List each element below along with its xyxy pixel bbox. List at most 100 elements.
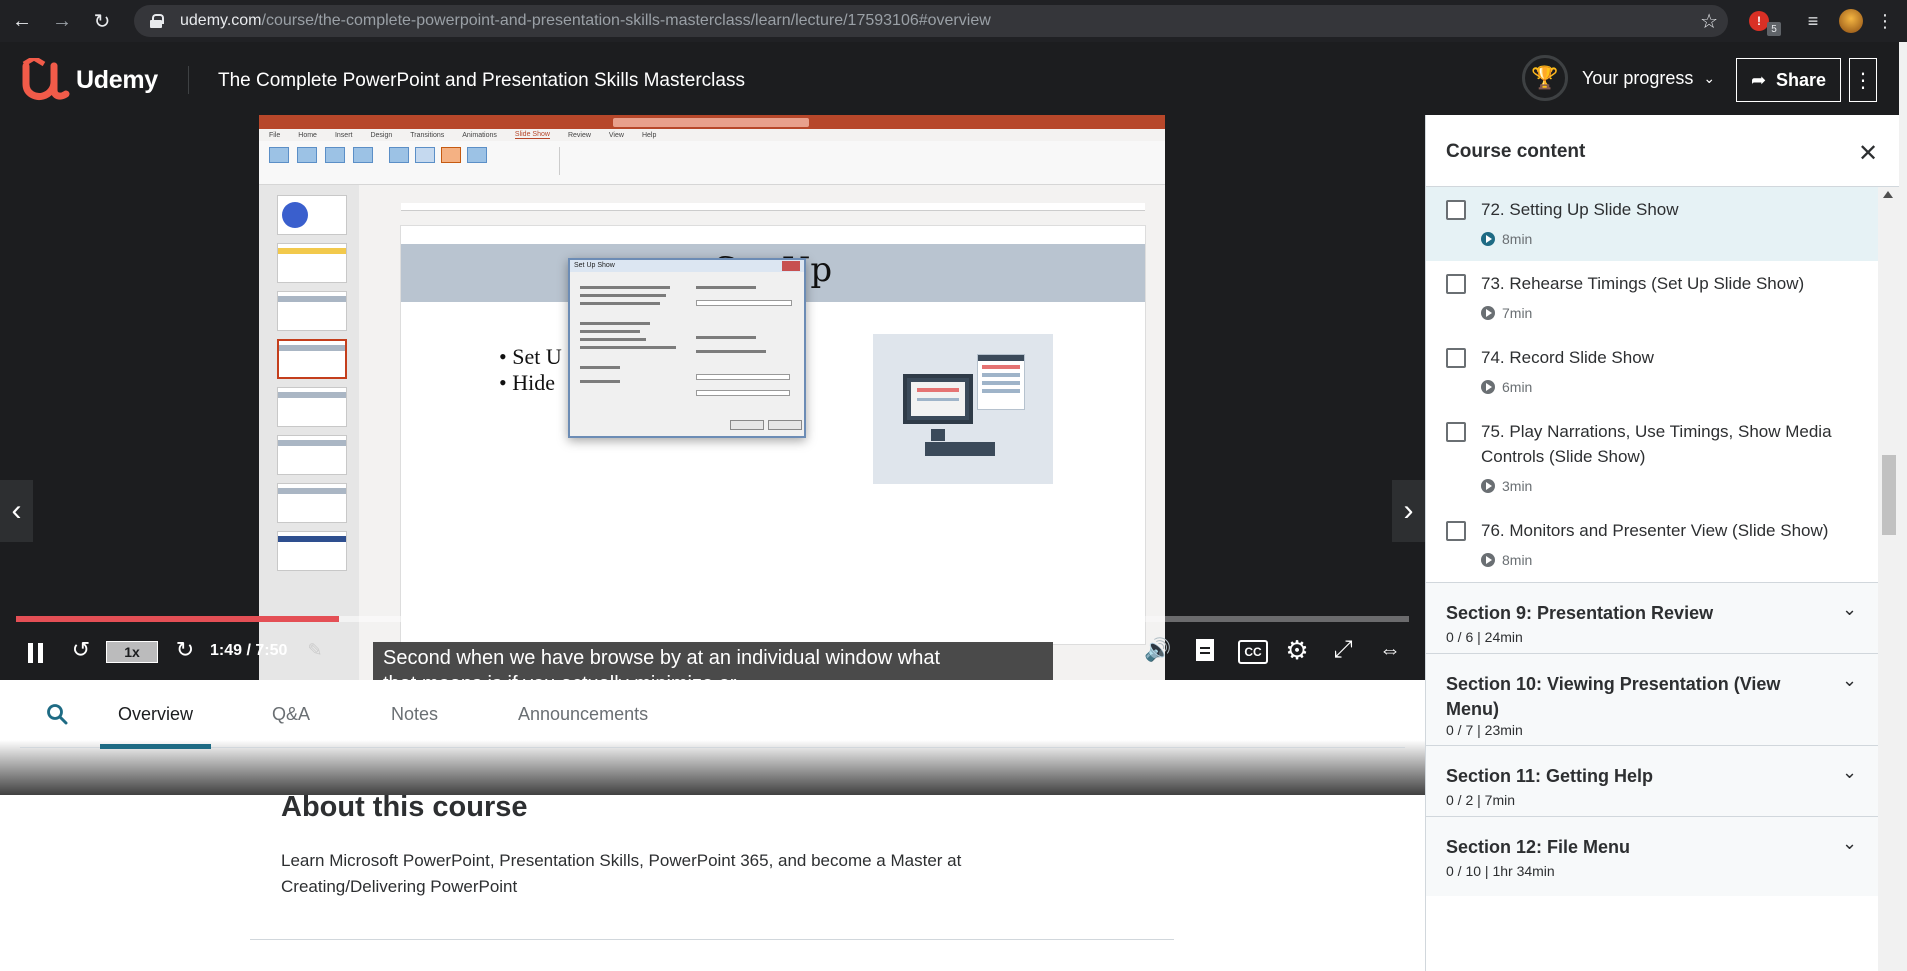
page-scrollbar[interactable]: [1899, 42, 1907, 971]
browser-menu-icon[interactable]: ⋮: [1872, 8, 1898, 34]
next-lecture-button[interactable]: ›: [1392, 480, 1425, 542]
dialog-title: Set Up Show: [570, 260, 804, 272]
lecture-title: 76. Monitors and Presenter View (Slide S…: [1481, 521, 1829, 540]
course-title[interactable]: The Complete PowerPoint and Presentation…: [218, 70, 745, 92]
lecture-duration: 3min: [1481, 478, 1532, 494]
lecture-checkbox[interactable]: [1446, 422, 1466, 442]
fullscreen-icon[interactable]: ⤢: [1329, 636, 1357, 664]
ppt-ribbon-tabs: File Home Insert Design Transitions Animation…: [259, 129, 1165, 141]
section-meta: 0 / 10 | 1hr 34min: [1446, 863, 1555, 879]
bookmark-star-icon[interactable]: ☆: [1700, 9, 1718, 34]
profile-avatar[interactable]: [1838, 8, 1864, 34]
ppt-slide-thumbnails: [259, 185, 359, 680]
brand-name: Udemy: [76, 65, 158, 94]
sidebar-scrollbar[interactable]: [1878, 187, 1899, 971]
progress-label: Your progress: [1582, 67, 1694, 88]
share-label: Share: [1776, 69, 1827, 90]
share-button[interactable]: ➦ Share: [1736, 58, 1841, 102]
scroll-up-arrow-icon[interactable]: [1883, 191, 1893, 198]
sidebar-title: Course content: [1446, 141, 1586, 162]
section-header[interactable]: Section 11: Getting Help 0 / 2 | 7min ⌄: [1426, 745, 1878, 816]
playback-speed-button[interactable]: 1x: [106, 641, 158, 663]
lecture-checkbox[interactable]: [1446, 274, 1466, 294]
lecture-item[interactable]: 72. Setting Up Slide Show 8min: [1426, 187, 1878, 261]
share-icon: ➦: [1750, 69, 1767, 90]
seek-progress: [16, 616, 340, 622]
transcript-icon[interactable]: [1191, 636, 1219, 664]
chevron-down-icon: ⌄: [1703, 69, 1716, 86]
previous-lecture-button[interactable]: ‹: [0, 480, 33, 542]
play-circle-icon: [1481, 232, 1495, 246]
ppt-ruler: [401, 203, 1145, 211]
section-title: Section 11: Getting Help: [1446, 766, 1654, 786]
sidebar-scroll-thumb[interactable]: [1882, 455, 1896, 535]
play-circle-icon: [1481, 553, 1495, 567]
chevron-down-icon: ⌄: [1842, 599, 1858, 619]
play-circle-icon: [1481, 479, 1495, 493]
tab-announcements[interactable]: Announcements: [518, 680, 648, 748]
lecture-item[interactable]: 73. Rehearse Timings (Set Up Slide Show)…: [1426, 261, 1878, 335]
video-caption: Second when we have browse by at an indi…: [373, 642, 1053, 680]
section-meta: 0 / 2 | 7min: [1446, 792, 1516, 808]
lecture-item[interactable]: 74. Record Slide Show 6min: [1426, 335, 1878, 409]
tab-overview[interactable]: Overview: [99, 680, 212, 749]
media-control-icon[interactable]: ≡: [1800, 8, 1826, 34]
caption-line: Second when we have browse by at an indi…: [383, 647, 941, 669]
more-options-button[interactable]: ⋮: [1849, 58, 1877, 102]
section-title: Section 10: Viewing Presentation (View M…: [1446, 674, 1781, 719]
trophy-icon: 🏆: [1522, 55, 1568, 101]
forward-icon[interactable]: →: [44, 3, 80, 39]
lecture-duration: 8min: [1481, 231, 1532, 247]
lecture-title: 74. Record Slide Show: [1481, 348, 1654, 367]
section-meta: 0 / 7 | 23min: [1446, 722, 1523, 738]
expand-width-icon[interactable]: ⇔: [1372, 636, 1408, 664]
divider: [250, 939, 1174, 940]
section-header[interactable]: Section 10: Viewing Presentation (View M…: [1426, 653, 1878, 745]
lecture-title: 73. Rehearse Timings (Set Up Slide Show): [1481, 274, 1805, 293]
tab-notes[interactable]: Notes: [391, 680, 438, 748]
lock-icon: [150, 14, 164, 28]
section-meta: 0 / 6 | 24min: [1446, 629, 1523, 645]
chevron-down-icon: ⌄: [1842, 762, 1858, 782]
reload-icon[interactable]: ↻: [84, 3, 120, 39]
chevron-down-icon: ⌄: [1842, 670, 1858, 690]
section-title: Section 12: File Menu: [1446, 837, 1631, 857]
pause-icon[interactable]: [20, 639, 50, 667]
section-header[interactable]: Section 9: Presentation Review 0 / 6 | 2…: [1426, 582, 1878, 653]
video-frame: File Home Insert Design Transitions Animation…: [259, 115, 1165, 680]
udemy-logo[interactable]: Udemy: [18, 58, 158, 102]
course-header: Udemy The Complete PowerPoint and Presen…: [0, 42, 1907, 115]
lecture-item[interactable]: 75. Play Narrations, Use Timings, Show M…: [1426, 409, 1878, 508]
close-icon[interactable]: ✕: [1858, 139, 1878, 168]
volume-icon[interactable]: 🔊: [1144, 636, 1172, 664]
forward-5s-icon[interactable]: ↻: [170, 636, 200, 664]
lecture-checkbox[interactable]: [1446, 348, 1466, 368]
section-title: Section 9: Presentation Review: [1446, 603, 1714, 623]
url-path: /course/the-complete-powerpoint-and-pres…: [261, 12, 991, 29]
search-icon[interactable]: [46, 703, 68, 725]
url-domain: udemy.com: [180, 12, 262, 29]
progress-dropdown[interactable]: 🏆 Your progress ⌄: [1522, 55, 1715, 101]
section-header[interactable]: Section 12: File Menu 0 / 10 | 1hr 34min…: [1426, 816, 1878, 896]
play-circle-icon: [1481, 380, 1495, 394]
about-heading: About this course: [281, 791, 528, 823]
lecture-checkbox[interactable]: [1446, 200, 1466, 220]
tab-qa[interactable]: Q&A: [272, 680, 310, 748]
seek-bar[interactable]: [16, 616, 1409, 622]
lecture-item[interactable]: 76. Monitors and Presenter View (Slide S…: [1426, 508, 1878, 582]
notes-icon[interactable]: ✎: [301, 636, 329, 664]
lecture-duration: 6min: [1481, 379, 1532, 395]
computer-illustration: [873, 334, 1053, 484]
video-time: 1:49 / 7:50: [210, 642, 288, 659]
video-player[interactable]: File Home Insert Design Transitions Animation…: [0, 115, 1425, 680]
lecture-checkbox[interactable]: [1446, 521, 1466, 541]
caption-line: that means is if you actually minimize o…: [383, 671, 1043, 680]
back-icon[interactable]: ←: [4, 3, 40, 39]
captions-button[interactable]: CC: [1238, 640, 1268, 664]
lecture-tabs: Overview Q&A Notes Announcements: [20, 680, 1405, 749]
address-bar[interactable]: udemy.com/course/the-complete-powerpoint…: [134, 5, 1728, 37]
browser-toolbar: ← → ↻ udemy.com/course/the-complete-powe…: [0, 0, 1907, 42]
rewind-5s-icon[interactable]: ↺: [66, 636, 96, 664]
settings-gear-icon[interactable]: ⚙: [1283, 635, 1311, 665]
chevron-down-icon: ⌄: [1842, 833, 1858, 853]
